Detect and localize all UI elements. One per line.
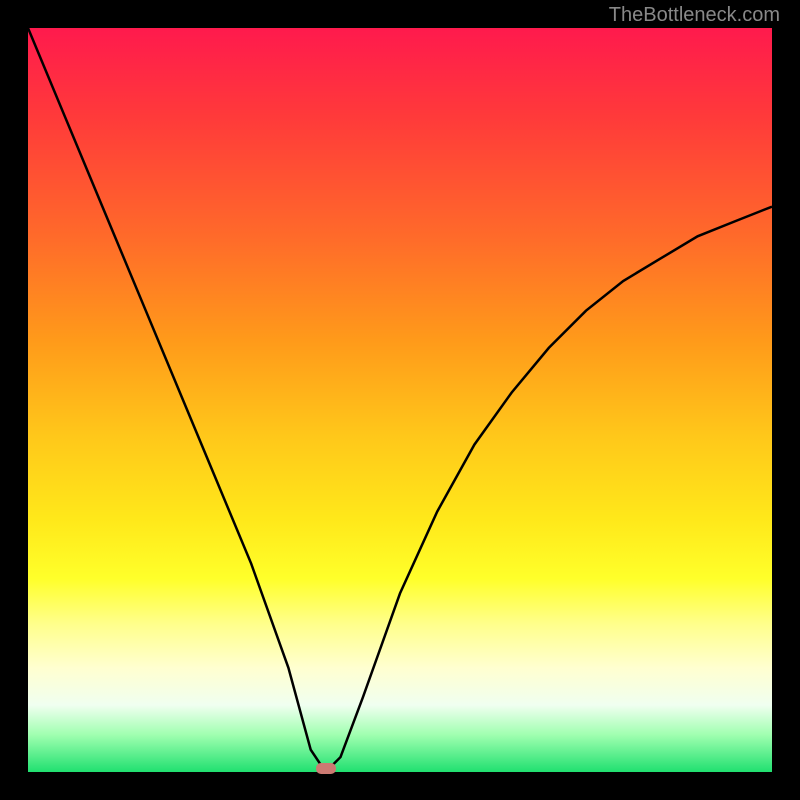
minimum-marker (316, 763, 336, 774)
chart-plot-area (28, 28, 772, 772)
watermark-text: TheBottleneck.com (609, 4, 780, 27)
bottleneck-curve (28, 28, 772, 772)
